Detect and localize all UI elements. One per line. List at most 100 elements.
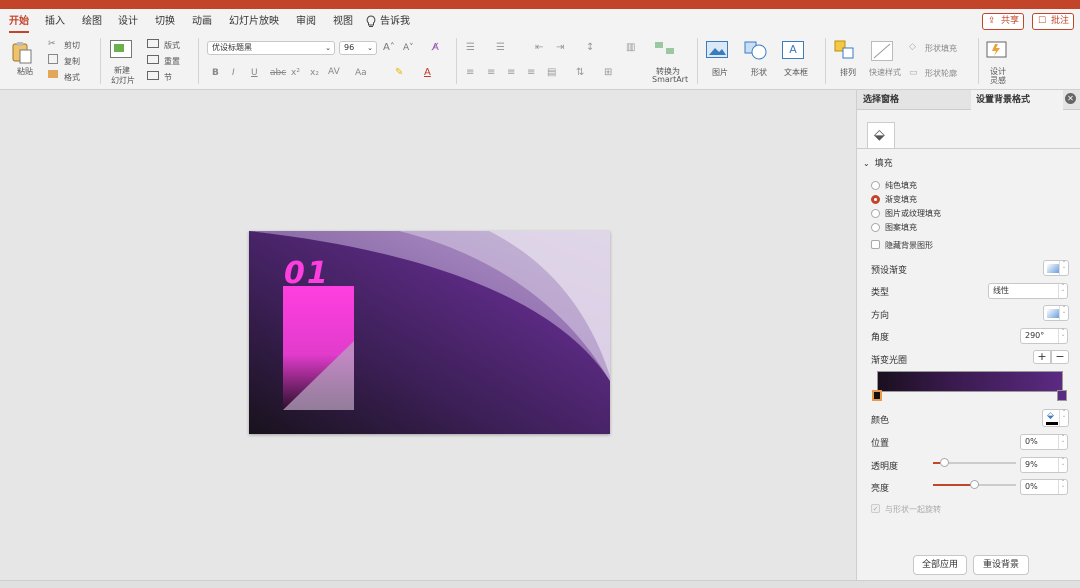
smartart-icon[interactable] (654, 40, 676, 56)
tab-tell-me[interactable]: 告诉我 (380, 14, 410, 30)
fill-section-header[interactable]: ⌄ 填充 (863, 156, 893, 169)
slider-thumb[interactable] (970, 480, 979, 489)
paste-icon[interactable] (10, 40, 34, 64)
copy-icon[interactable] (48, 54, 58, 64)
angle-input[interactable]: 290° ˄ ˅ (1020, 328, 1068, 344)
arrange-icon[interactable] (834, 40, 856, 60)
tab-slideshow[interactable]: 幻灯片放映 (229, 14, 279, 30)
tab-format-background[interactable]: 设置背景格式 (976, 92, 1030, 105)
radio-picture-fill[interactable] (871, 209, 880, 218)
subscript-icon[interactable]: x₂ (310, 68, 319, 78)
align-text-icon[interactable]: ⊞ (604, 67, 612, 78)
font-color-icon[interactable]: A (424, 67, 431, 78)
comments-button[interactable]: ☐ 批注 (1032, 13, 1074, 30)
tab-design[interactable]: 设计 (118, 14, 138, 30)
section-label[interactable]: 节 (164, 72, 172, 83)
shape-fill-icon[interactable]: ◇ (909, 42, 916, 52)
slider-thumb[interactable] (940, 458, 949, 467)
decrease-font-icon[interactable]: A˅ (403, 43, 414, 53)
reset-background-button[interactable]: 重设背景 (973, 555, 1029, 575)
superscript-icon[interactable]: x² (291, 68, 300, 78)
shape-label[interactable]: 形状 (751, 67, 767, 78)
slide-canvas[interactable]: 01 (249, 231, 610, 434)
line-spacing-icon[interactable]: ↕ (586, 42, 594, 53)
reset-label[interactable]: 重置 (164, 56, 180, 67)
color-picker[interactable]: ⬙ ˄ ˅ (1042, 409, 1069, 427)
remove-stop-button[interactable]: − (1051, 350, 1069, 364)
align-left-icon[interactable]: ≡ (466, 67, 474, 78)
copy-label[interactable]: 复制 (64, 56, 80, 67)
change-case-icon[interactable]: Aa (355, 68, 367, 78)
quick-style-icon[interactable] (871, 41, 893, 61)
add-stop-button[interactable]: + (1033, 350, 1051, 364)
tab-draw[interactable]: 绘图 (82, 14, 102, 30)
justify-icon[interactable]: ≡ (527, 67, 535, 78)
layout-icon[interactable] (147, 39, 159, 48)
textbox-label[interactable]: 文本框 (784, 67, 808, 78)
radio-pattern-fill[interactable] (871, 223, 880, 232)
design-ideas-icon[interactable] (986, 40, 1008, 60)
bullets-icon[interactable]: ☰ (466, 42, 475, 53)
bold-icon[interactable]: B (212, 68, 219, 78)
radio-solid-fill[interactable] (871, 181, 880, 190)
brightness-input[interactable]: 0% ˄ ˅ (1020, 479, 1068, 495)
tab-selection-pane[interactable]: 选择窗格 (863, 92, 899, 105)
tab-transitions[interactable]: 切换 (155, 14, 175, 30)
type-select[interactable]: 线性 ˄ ˅ (988, 283, 1068, 299)
format-painter-icon[interactable] (48, 70, 58, 78)
new-slide-label-2[interactable]: 幻灯片 (111, 75, 135, 86)
slide-number-text[interactable]: 01 (284, 259, 330, 289)
share-button[interactable]: ⇪ 共享 (982, 13, 1024, 30)
highlight-icon[interactable]: ✎ (395, 67, 403, 78)
gradient-bar[interactable] (877, 371, 1063, 392)
increase-indent-icon[interactable]: ⇥ (556, 42, 564, 53)
clear-format-icon[interactable]: A̸ (432, 42, 439, 53)
underline-icon[interactable]: U (251, 68, 258, 78)
tab-view[interactable]: 视图 (333, 14, 353, 30)
paste-label[interactable]: 粘贴 (17, 66, 33, 77)
section-icon[interactable] (147, 71, 159, 80)
font-name-select[interactable]: 优设标题黑 ⌄ (207, 41, 335, 55)
picture-icon[interactable] (706, 41, 728, 58)
gradient-stop-right[interactable] (1057, 390, 1067, 401)
preset-gradient-picker[interactable]: ˄ ˅ (1043, 260, 1069, 276)
gradient-stop-left[interactable] (872, 390, 882, 401)
columns-icon[interactable]: ▥ (626, 42, 635, 53)
smartart-label-2[interactable]: SmartArt (652, 75, 688, 84)
transparency-slider[interactable] (933, 458, 1016, 467)
italic-icon[interactable]: I (232, 68, 235, 78)
textbox-icon[interactable]: A (782, 41, 804, 59)
font-size-select[interactable]: 96 ⌄ (339, 41, 377, 55)
character-spacing-icon[interactable]: AV (328, 67, 340, 77)
tab-animations[interactable]: 动画 (192, 14, 212, 30)
shape-outline-label[interactable]: 形状轮廓 (925, 68, 957, 79)
tab-insert[interactable]: 插入 (45, 14, 65, 30)
fill-category-button[interactable]: ⬙ (867, 122, 895, 148)
numbering-icon[interactable]: ☰ (496, 42, 505, 53)
direction-picker[interactable]: ˄ ˅ (1043, 305, 1069, 321)
format-painter-label[interactable]: 格式 (64, 72, 80, 83)
layout-label[interactable]: 版式 (164, 40, 180, 51)
align-right-icon[interactable]: ≡ (507, 67, 515, 78)
decrease-indent-icon[interactable]: ⇤ (535, 42, 543, 53)
shape-fill-label[interactable]: 形状填充 (925, 43, 957, 54)
align-center-icon[interactable]: ≡ (487, 67, 495, 78)
new-slide-icon[interactable] (110, 40, 132, 58)
cut-label[interactable]: 剪切 (64, 40, 80, 51)
hide-background-checkbox[interactable] (871, 240, 880, 249)
shape-outline-icon[interactable]: ▭ (909, 68, 918, 78)
close-icon[interactable]: ✕ (1065, 93, 1076, 104)
position-input[interactable]: 0% ˄ ˅ (1020, 434, 1068, 450)
increase-font-icon[interactable]: A˄ (383, 42, 395, 53)
strikethrough-icon[interactable]: abc (270, 68, 286, 78)
rotate-with-shape-checkbox[interactable]: ✓ (871, 504, 880, 513)
apply-to-all-button[interactable]: 全部应用 (913, 555, 967, 575)
radio-gradient-fill[interactable] (871, 195, 880, 204)
transparency-input[interactable]: 9% ˄ ˅ (1020, 457, 1068, 473)
quick-style-label[interactable]: 快速样式 (869, 67, 901, 78)
brightness-slider[interactable] (933, 480, 1016, 489)
design-ideas-label-2[interactable]: 灵感 (990, 75, 1006, 86)
distributed-icon[interactable]: ▤ (547, 67, 556, 78)
tab-home[interactable]: 开始 (9, 14, 29, 33)
reset-icon[interactable] (147, 55, 159, 64)
